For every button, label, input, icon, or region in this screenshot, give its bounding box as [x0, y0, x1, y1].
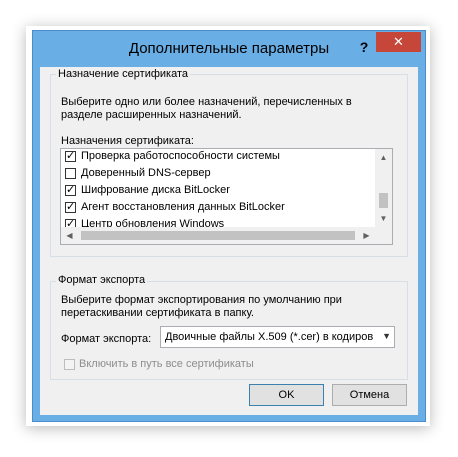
horizontal-scrollbar[interactable]: ◀ ▶ — [61, 227, 375, 244]
horizontal-scroll-thumb[interactable] — [81, 231, 355, 240]
list-item[interactable]: ✓ Шифрование диска BitLocker — [65, 183, 375, 200]
export-format-value: Двоичные файлы X.509 (*.cer) в кодиров — [165, 331, 374, 343]
chevron-left-icon[interactable]: ◀ — [61, 227, 78, 244]
dialog-window: Дополнительные параметры ? ✕ Назначение … — [32, 30, 426, 422]
purpose-checkbox[interactable]: ✓ — [65, 185, 76, 196]
chevron-right-icon[interactable]: ▶ — [358, 227, 375, 244]
cancel-button[interactable]: Отмена — [332, 384, 407, 406]
list-item-label: Проверка работоспособности системы — [81, 150, 280, 162]
dialog-client-area: Назначение сертификата Выберите одно или… — [40, 67, 418, 415]
list-item[interactable]: ✓ Проверка работоспособности системы — [65, 149, 375, 166]
list-item-label: Доверенный DNS-сервер — [81, 167, 211, 179]
export-group-label: Формат экспорта — [56, 274, 148, 286]
vertical-scrollbar[interactable]: ▲ ▼ — [375, 149, 392, 227]
vertical-scroll-thumb[interactable] — [379, 193, 388, 208]
ok-button[interactable]: OK — [249, 384, 324, 406]
export-format-label: Формат экспорта: — [61, 333, 152, 345]
list-item[interactable]: Доверенный DNS-сервер — [65, 166, 375, 183]
export-description-line1: Выберите формат экспортирования по умолч… — [61, 294, 342, 306]
purpose-checkbox[interactable]: ✓ — [65, 202, 76, 213]
purpose-description-line1: Выберите одно или более назначений, пере… — [61, 96, 352, 108]
export-format-select[interactable]: Двоичные файлы X.509 (*.cer) в кодиров ▼ — [160, 326, 395, 348]
purpose-list-label: Назначения сертификата: — [61, 135, 194, 147]
purpose-group-label: Назначение сертификата — [56, 68, 191, 80]
include-path-label: Включить в путь все сертификаты — [79, 358, 254, 370]
purpose-listbox[interactable]: ✓ Проверка работоспособности системы Дов… — [60, 148, 393, 245]
include-path-checkbox[interactable] — [64, 359, 75, 370]
list-item-label: Шифрование диска BitLocker — [81, 184, 230, 196]
chevron-down-icon[interactable]: ▼ — [382, 331, 391, 341]
help-button[interactable]: ? — [353, 37, 375, 57]
purpose-description-line2: разделе расширенных назначений. — [61, 109, 242, 121]
close-button[interactable]: ✕ — [376, 32, 421, 52]
chevron-up-icon[interactable]: ▲ — [375, 149, 392, 166]
export-description-line2: перетаскивании сертификата в папку. — [61, 307, 254, 319]
title-bar[interactable]: Дополнительные параметры ? ✕ — [33, 31, 425, 67]
purpose-checkbox[interactable] — [65, 168, 76, 179]
chevron-down-icon[interactable]: ▼ — [375, 210, 392, 227]
list-item-label: Агент восстановления данных BitLocker — [81, 201, 285, 213]
list-item[interactable]: ✓ Агент восстановления данных BitLocker — [65, 200, 375, 217]
purpose-checkbox[interactable]: ✓ — [65, 151, 76, 162]
scrollbar-corner — [375, 227, 392, 244]
